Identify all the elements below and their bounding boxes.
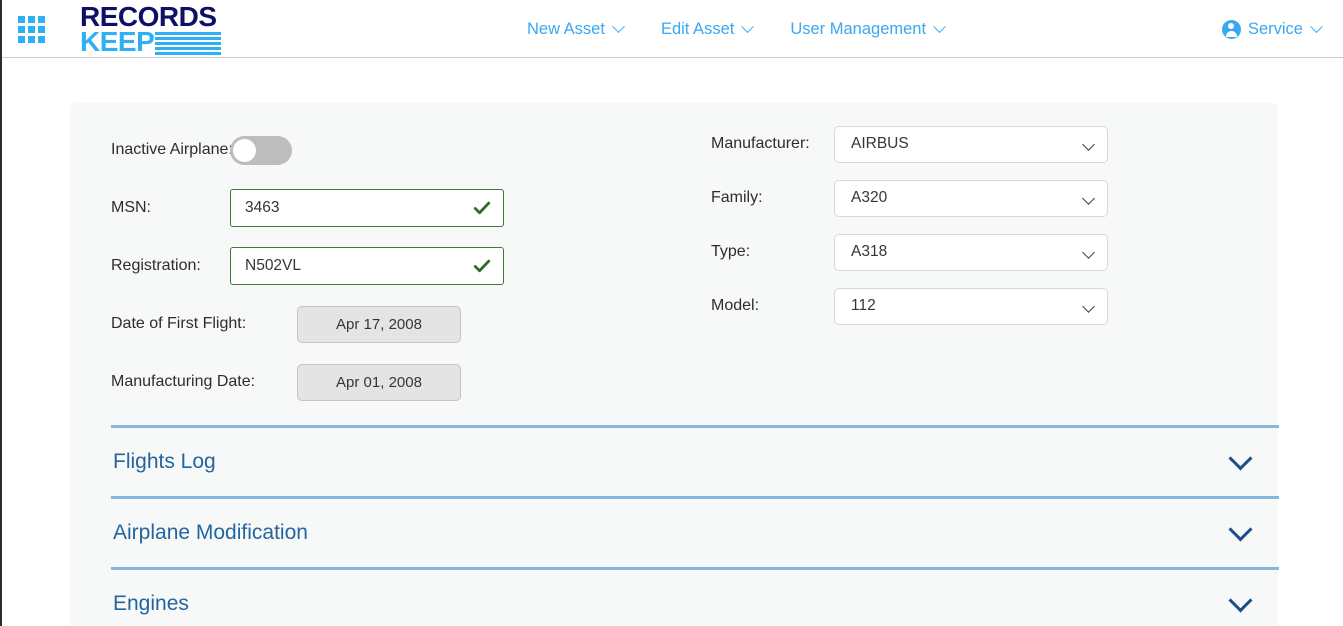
- nav-item-user-management[interactable]: User Management: [790, 20, 944, 39]
- chevron-down-icon[interactable]: [1228, 446, 1252, 470]
- user-menu-label: Service: [1248, 20, 1303, 39]
- apps-grid-cell: [38, 26, 45, 33]
- nav-item-label: User Management: [790, 20, 926, 39]
- chevron-down-icon: [1082, 138, 1095, 151]
- user-menu[interactable]: Service: [1222, 0, 1321, 58]
- user-circle-icon: [1222, 20, 1241, 39]
- check-icon: [473, 199, 491, 217]
- logo-line-keep-row: KEEP: [80, 30, 250, 55]
- manufacturer-value: AIRBUS: [835, 135, 909, 153]
- check-icon: [473, 257, 491, 275]
- chevron-down-icon: [1310, 20, 1323, 33]
- model-select[interactable]: 112: [834, 288, 1108, 325]
- apps-grid-cell: [18, 36, 25, 43]
- manufacturing-date-value: Apr 01, 2008: [297, 364, 461, 401]
- accordion-title: Engines: [111, 592, 189, 616]
- nav-item-label: Edit Asset: [661, 20, 734, 39]
- msn-input[interactable]: 3463: [230, 189, 504, 227]
- field-family: Family: A320: [711, 179, 1108, 217]
- apps-grid-cell: [18, 26, 25, 33]
- nav-item-new-asset[interactable]: New Asset: [527, 20, 623, 39]
- msn-value: 3463: [231, 199, 279, 217]
- family-value: A320: [835, 189, 887, 207]
- airplane-form: Inactive Airplane: MSN: 3463 Registratio…: [70, 103, 1278, 421]
- manufacturer-select[interactable]: AIRBUS: [834, 126, 1108, 163]
- model-label: Model:: [711, 297, 834, 315]
- apps-grid-icon[interactable]: [18, 16, 48, 43]
- field-manufacturer: Manufacturer: AIRBUS: [711, 125, 1108, 163]
- apps-grid-cell: [18, 16, 25, 23]
- registration-input[interactable]: N502VL: [230, 247, 504, 285]
- form-column-right: Manufacturer: AIRBUS Family: A320 Type:: [711, 125, 1108, 325]
- apps-grid-cell: [38, 36, 45, 43]
- accordion-title: Airplane Modification: [111, 521, 308, 545]
- nav-item-edit-asset[interactable]: Edit Asset: [661, 20, 752, 39]
- accordion-section-flights-log[interactable]: Flights Log: [111, 425, 1279, 496]
- family-label: Family:: [711, 189, 834, 207]
- chevron-down-icon: [612, 20, 625, 33]
- logo-stripes-icon: [155, 30, 221, 55]
- nav-item-label: New Asset: [527, 20, 605, 39]
- model-value: 112: [835, 297, 876, 315]
- chevron-down-icon: [741, 20, 754, 33]
- chevron-down-icon[interactable]: [1228, 517, 1252, 541]
- main-nav: New Asset Edit Asset User Management: [527, 0, 944, 58]
- field-inactive-airplane: Inactive Airplane:: [111, 131, 504, 169]
- type-label: Type:: [711, 243, 834, 261]
- type-value: A318: [835, 243, 887, 261]
- inactive-airplane-toggle[interactable]: [230, 136, 292, 165]
- field-date-of-first-flight: Date of First Flight: Apr 17, 2008: [111, 305, 504, 343]
- chevron-down-icon: [1082, 300, 1095, 313]
- field-model: Model: 112: [711, 287, 1108, 325]
- manufacturer-label: Manufacturer:: [711, 135, 834, 153]
- chevron-down-icon: [933, 20, 946, 33]
- apps-grid-cell: [38, 16, 45, 23]
- asset-details-card: Inactive Airplane: MSN: 3463 Registratio…: [70, 103, 1278, 626]
- accordion-section-airplane-modification[interactable]: Airplane Modification: [111, 496, 1279, 567]
- registration-value: N502VL: [231, 257, 301, 275]
- field-msn: MSN: 3463: [111, 189, 504, 227]
- msn-label: MSN:: [111, 199, 230, 217]
- apps-grid-cell: [28, 16, 35, 23]
- type-select[interactable]: A318: [834, 234, 1108, 271]
- accordion-title: Flights Log: [111, 450, 216, 474]
- chevron-down-icon[interactable]: [1228, 588, 1252, 612]
- registration-label: Registration:: [111, 257, 230, 275]
- accordion-section-engines[interactable]: Engines: [111, 567, 1279, 626]
- chevron-down-icon: [1082, 192, 1095, 205]
- top-navigation-bar: RECORDS KEEP New Asset Edit Asset User M…: [2, 0, 1343, 58]
- family-select[interactable]: A320: [834, 180, 1108, 217]
- chevron-down-icon: [1082, 246, 1095, 259]
- form-column-left: Inactive Airplane: MSN: 3463 Registratio…: [111, 131, 504, 401]
- field-manufacturing-date: Manufacturing Date: Apr 01, 2008: [111, 363, 504, 401]
- accordion: Flights Log Airplane Modification Engine…: [111, 425, 1279, 626]
- field-type: Type: A318: [711, 233, 1108, 271]
- date-of-first-flight-value: Apr 17, 2008: [297, 306, 461, 343]
- apps-grid-cell: [28, 36, 35, 43]
- date-of-first-flight-label: Date of First Flight:: [111, 315, 297, 333]
- field-registration: Registration: N502VL: [111, 247, 504, 285]
- app-page: RECORDS KEEP New Asset Edit Asset User M…: [0, 0, 1343, 626]
- inactive-airplane-label: Inactive Airplane:: [111, 141, 230, 159]
- apps-grid-cell: [28, 26, 35, 33]
- brand-logo[interactable]: RECORDS KEEP: [80, 4, 250, 54]
- logo-line-keep: KEEP: [80, 30, 154, 54]
- manufacturing-date-label: Manufacturing Date:: [111, 373, 297, 391]
